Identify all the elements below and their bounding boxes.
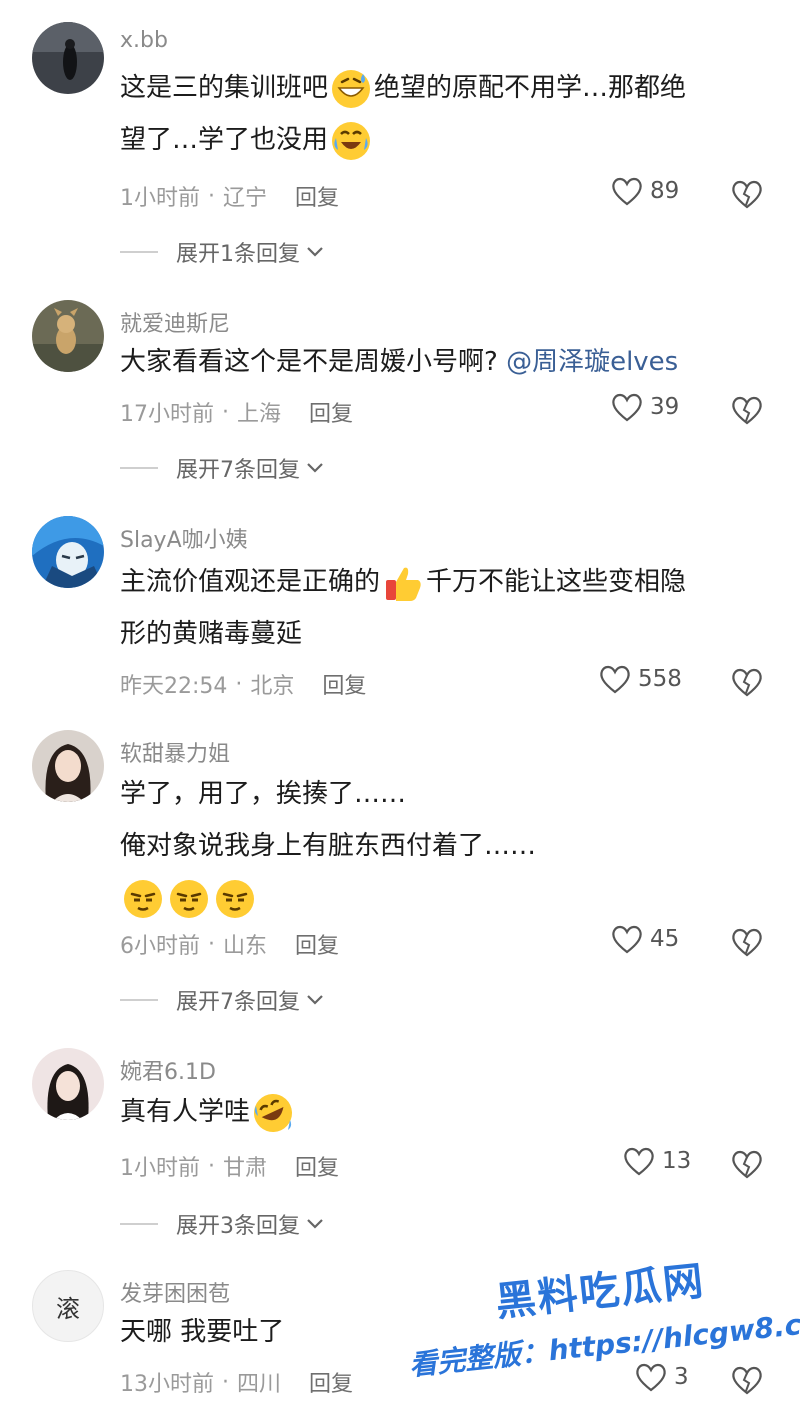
mention-link[interactable]: @周泽璇elves: [506, 347, 678, 377]
avatar[interactable]: 滚: [32, 1270, 104, 1342]
heart-icon: [600, 665, 630, 694]
like-count: 89: [650, 178, 680, 204]
reply-button[interactable]: 回复: [309, 1366, 353, 1398]
comment-meta: 13小时前 · 四川 回复: [120, 1366, 353, 1398]
username[interactable]: x.bb: [120, 28, 168, 53]
chevron-down-icon: [307, 1219, 323, 1229]
comment-meta: 昨天22:54 · 北京 回复: [120, 668, 366, 700]
comment-meta: 1小时前 · 辽宁 回复: [120, 180, 339, 212]
expand-replies-button[interactable]: 展开7条回复: [120, 984, 324, 1016]
comment-meta: 6小时前 · 山东 回复: [120, 928, 339, 960]
avatar[interactable]: [32, 730, 104, 802]
comment-text: 主流价值观还是正确的 千万不能让这些变相隐 形的黄赌毒蔓延: [120, 556, 770, 660]
like-button[interactable]: 558: [598, 664, 708, 694]
broken-heart-icon[interactable]: [730, 394, 764, 426]
comment-text: 真有人学哇: [120, 1086, 770, 1138]
reply-button[interactable]: 回复: [295, 928, 339, 960]
watermark: 黑料吃瓜网 看完整版：https://hlcgw8.com: [400, 1255, 800, 1400]
chevron-down-icon: [307, 995, 323, 1005]
rolling-laughing-emoji-icon: [252, 1092, 294, 1134]
heart-icon: [612, 177, 642, 206]
reply-button[interactable]: 回复: [309, 396, 353, 428]
like-count: 39: [650, 394, 680, 420]
reply-button[interactable]: 回复: [322, 668, 366, 700]
comment-location: 北京: [250, 674, 295, 699]
comment-location: 辽宁: [223, 186, 268, 211]
heart-icon: [612, 925, 642, 954]
comment-text: 大家看看这个是不是周媛小号啊? @周泽璇elves: [120, 347, 679, 377]
heart-icon: [612, 393, 642, 422]
username[interactable]: 软甜暴力姐: [120, 736, 230, 768]
chevron-down-icon: [307, 463, 323, 473]
like-button[interactable]: 13: [622, 1146, 732, 1176]
comment-time: 13小时前: [120, 1372, 214, 1397]
expand-replies-button[interactable]: 展开3条回复: [120, 1208, 324, 1240]
broken-heart-icon[interactable]: [730, 178, 764, 210]
reply-button[interactable]: 回复: [295, 1150, 339, 1182]
comment-meta: 17小时前 · 上海 回复: [120, 396, 353, 428]
comment-time: 6小时前: [120, 934, 200, 959]
thumbs-up-emoji-icon: [382, 562, 424, 604]
smirk-emoji-icon: [168, 878, 210, 920]
username[interactable]: SlayA咖小姨: [120, 522, 248, 554]
reply-button[interactable]: 回复: [295, 180, 339, 212]
comment-meta: 1小时前 · 甘肃 回复: [120, 1150, 339, 1182]
comment-time: 昨天22:54: [120, 674, 228, 699]
avatar[interactable]: [32, 1048, 104, 1120]
expand-replies-button[interactable]: 展开1条回复: [120, 236, 324, 268]
avatar[interactable]: [32, 22, 104, 94]
like-count: 13: [662, 1148, 692, 1174]
comment-location: 山东: [223, 934, 268, 959]
comment-time: 1小时前: [120, 186, 200, 211]
grinning-sweat-emoji-icon: [330, 68, 372, 110]
expand-replies-button[interactable]: 展开7条回复: [120, 452, 324, 484]
heart-icon: [624, 1147, 654, 1176]
crying-laughing-emoji-icon: [330, 120, 372, 162]
avatar[interactable]: [32, 300, 104, 372]
username[interactable]: 婉君6.1D: [120, 1054, 216, 1086]
broken-heart-icon[interactable]: [730, 1148, 764, 1180]
comment-text: 学了，用了，挨揍了…… 俺对象说我身上有脏东西付着了……: [120, 768, 770, 924]
like-button[interactable]: 45: [610, 924, 720, 954]
comment-time: 1小时前: [120, 1156, 200, 1181]
comment-time: 17小时前: [120, 402, 214, 427]
avatar[interactable]: [32, 516, 104, 588]
smirk-emoji-icon: [122, 878, 164, 920]
comment-text: 这是三的集训班吧 绝望的原配不用学…那都绝 望了…学了也没用: [120, 62, 770, 166]
comment-location: 上海: [237, 402, 282, 427]
broken-heart-icon[interactable]: [730, 926, 764, 958]
like-count: 45: [650, 926, 680, 952]
smirk-emoji-icon: [214, 878, 256, 920]
username[interactable]: 发芽困困苞: [120, 1276, 230, 1308]
comment-location: 甘肃: [223, 1156, 268, 1181]
broken-heart-icon[interactable]: [730, 666, 764, 698]
like-count: 558: [638, 666, 682, 692]
comment-location: 四川: [237, 1372, 282, 1397]
username[interactable]: 就爱迪斯尼: [120, 306, 230, 338]
like-button[interactable]: 39: [610, 392, 720, 422]
like-button[interactable]: 89: [610, 176, 720, 206]
chevron-down-icon: [307, 247, 323, 257]
